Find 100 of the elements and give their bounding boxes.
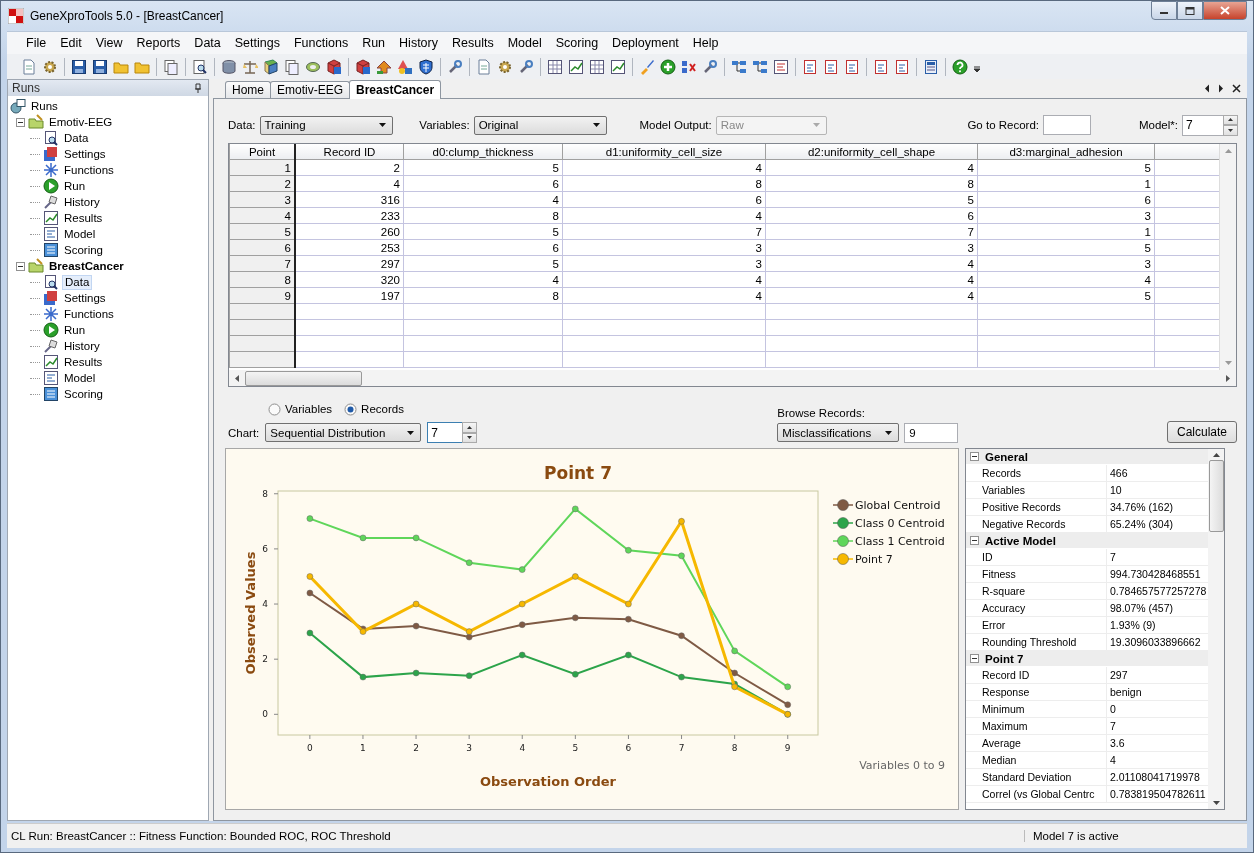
document-tab[interactable]: Home [225,81,271,98]
menu-item[interactable]: View [88,36,130,50]
chart-type-dropdown[interactable]: Sequential Distribution [265,423,422,442]
cross-icon[interactable] [681,58,697,75]
chart-icon[interactable] [568,58,584,75]
count-field[interactable]: 9 [904,423,959,443]
wrench-icon[interactable] [447,58,463,75]
tree-item[interactable]: Run [62,322,88,338]
tree-item[interactable]: Data [62,130,91,146]
tree-item[interactable]: Runs [29,98,60,114]
column-header[interactable]: Record ID [295,144,404,160]
code-icon[interactable] [873,58,889,75]
record-field[interactable] [1043,115,1091,135]
calculator-icon[interactable] [923,58,939,75]
menu-item[interactable]: History [392,36,445,50]
tree-item[interactable]: Functions [62,162,116,178]
menu-item[interactable]: Functions [286,36,356,50]
scroll-left-icon[interactable] [1204,84,1210,93]
column-header[interactable] [1154,144,1219,160]
cube-icon[interactable] [326,58,342,75]
browse-dropdown[interactable]: Misclassifications [777,423,900,442]
collapse-toggle[interactable] [16,117,25,127]
column-header[interactable]: d2:uniformity_cell_shape [765,144,978,160]
tree-item[interactable]: BreastCancer [47,258,126,274]
grid-icon[interactable] [547,58,563,75]
maximize-button[interactable] [1177,1,1203,20]
menu-item[interactable]: Results [445,36,501,50]
menu-item[interactable]: Model [500,36,549,50]
scale-icon[interactable] [242,58,258,75]
spin-up-button[interactable] [1223,114,1238,125]
tree-item[interactable]: Model [62,370,98,386]
pages-icon[interactable] [284,58,300,75]
column-header[interactable]: d0:clump_thickness [403,144,563,160]
spin-up-button[interactable] [462,422,478,433]
horizontal-scrollbar[interactable] [229,370,1236,386]
close-button[interactable] [1203,1,1247,20]
calculate-button[interactable]: Calculate [1166,421,1237,443]
collapse-toggle[interactable] [970,452,979,461]
brush-icon[interactable] [639,58,655,75]
magnifier-icon[interactable] [192,58,208,75]
shield-icon[interactable] [418,58,434,75]
data-dropdown[interactable]: Training [259,115,394,135]
list-icon[interactable] [773,58,789,75]
menu-item[interactable]: Scoring [548,36,606,50]
pages-icon[interactable] [163,58,179,75]
spin-down-button[interactable] [462,432,478,443]
code-icon[interactable] [894,58,910,75]
cube-icon[interactable] [355,58,371,75]
wrench-icon[interactable] [702,58,718,75]
cylinder-icon[interactable] [221,58,237,75]
tree-item[interactable]: History [62,338,102,354]
gear-icon[interactable] [42,58,58,75]
menu-item[interactable]: Data [187,36,228,50]
menu-item[interactable]: Run [355,36,393,50]
tree-item[interactable]: History [62,194,102,210]
column-header[interactable]: d1:uniformity_cell_size [562,144,766,160]
tree-item[interactable]: Results [62,354,105,370]
document-tab[interactable]: BreastCancer [349,80,442,99]
code-icon[interactable] [802,58,818,75]
gear-icon[interactable] [497,58,513,75]
hierarchy-icon[interactable] [731,58,747,75]
vertical-scrollbar[interactable] [1219,144,1236,370]
chart-icon[interactable] [610,58,626,75]
collapse-toggle[interactable] [16,261,25,271]
plus-icon[interactable] [660,58,676,75]
menu-item[interactable]: Help [685,36,726,50]
menu-item[interactable]: File [19,36,54,50]
vertical-scrollbar[interactable] [1208,449,1224,809]
close-icon[interactable] [1232,84,1241,93]
menu-item[interactable]: Deployment [605,36,686,50]
variables-dropdown[interactable]: Original [473,115,608,135]
wrench-icon[interactable] [518,58,534,75]
shapes-icon[interactable] [397,58,413,75]
number-field[interactable]: 7 [427,422,463,443]
spin-down-button[interactable] [1223,125,1238,136]
column-header[interactable]: Point [229,144,295,160]
code-icon[interactable] [823,58,839,75]
radio-icon[interactable] [268,402,281,416]
column-header[interactable]: d3:marginal_adhesion [977,144,1155,160]
collapse-toggle[interactable] [970,654,979,663]
tree-item[interactable]: Run [62,178,88,194]
radio-icon[interactable] [344,402,358,416]
book-icon[interactable] [263,58,279,75]
tree-item[interactable]: Model [62,226,98,242]
menu-item[interactable]: Settings [227,36,287,50]
scroll-thumb[interactable] [1208,460,1224,532]
tree-item[interactable]: Functions [62,306,116,322]
tree-item[interactable]: Settings [62,290,108,306]
tree-item[interactable]: Settings [62,146,108,162]
hierarchy-icon[interactable] [752,58,768,75]
radio-button[interactable]: Records [344,402,404,416]
document-tab[interactable]: Emotiv-EEG [270,81,351,98]
grid-icon[interactable] [589,58,605,75]
arrow-icon[interactable] [376,58,392,75]
code-icon[interactable] [844,58,860,75]
tree-item[interactable]: Scoring [62,242,105,258]
radio-button[interactable]: Variables [268,402,333,416]
scroll-thumb[interactable] [245,370,362,386]
number-field[interactable]: 7 [1182,114,1223,136]
collapse-toggle[interactable] [970,536,979,545]
